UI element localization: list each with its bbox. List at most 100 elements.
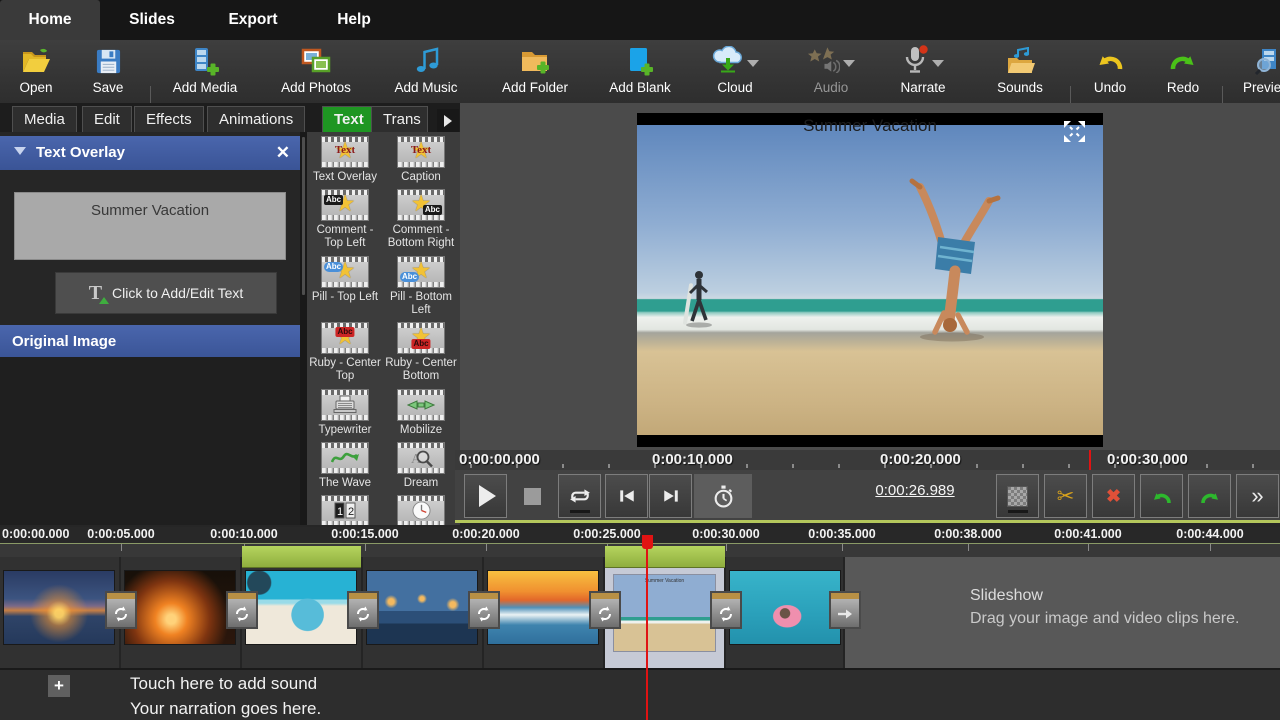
transition-button-5[interactable] xyxy=(589,591,621,629)
text-overlay-panel: Text Overlay ✕ Summer Vacation T Click t… xyxy=(0,132,300,525)
preview-text-overlay[interactable]: Summer Vacation xyxy=(637,116,1103,136)
tab-media[interactable]: Media xyxy=(12,106,77,132)
open-button[interactable]: Open xyxy=(6,44,66,100)
narrate-dropdown-caret[interactable] xyxy=(932,60,944,67)
transition-button-4[interactable] xyxy=(468,591,500,629)
skip-forward-button[interactable] xyxy=(649,474,692,518)
clip-thumbnail-campfire xyxy=(124,570,236,645)
sound-track[interactable]: + Touch here to add sound Your narration… xyxy=(0,668,1280,720)
close-icon[interactable]: ✕ xyxy=(276,136,290,170)
audio-button[interactable]: Audio xyxy=(790,44,872,100)
add-folder-icon xyxy=(520,44,550,78)
undo-button[interactable]: Undo xyxy=(1080,44,1140,100)
tab-transitions[interactable]: Trans xyxy=(371,106,428,132)
audio-dropdown-caret[interactable] xyxy=(843,60,855,67)
transition-button-1[interactable] xyxy=(105,591,137,629)
effects-scrollbar[interactable] xyxy=(300,132,307,525)
text-preview-box[interactable]: Summer Vacation xyxy=(14,192,286,260)
timeline-clip-7[interactable] xyxy=(726,557,845,668)
beach-photo xyxy=(637,125,1103,435)
add-music-button[interactable]: Add Music xyxy=(381,44,471,100)
current-time-display[interactable]: 0:00:26.989 xyxy=(840,482,990,499)
rotate-arrows-icon xyxy=(234,606,250,622)
effect-comment-bottom-right[interactable]: ★Abc Comment - Bottom Right xyxy=(383,189,459,250)
text-overlay-header[interactable]: Text Overlay ✕ xyxy=(0,136,300,170)
accent-divider xyxy=(455,520,1280,523)
collapse-triangle-icon[interactable] xyxy=(14,147,26,155)
sounds-button[interactable]: Sounds xyxy=(980,44,1060,100)
transition-button-7[interactable] xyxy=(829,591,861,629)
add-photos-icon xyxy=(301,44,331,78)
original-image-header[interactable]: Original Image xyxy=(0,325,300,359)
stop-icon xyxy=(524,488,541,505)
timeline-playhead-line[interactable] xyxy=(646,535,648,720)
timeline-clip-2[interactable] xyxy=(121,557,242,668)
effect-the-wave[interactable]: The Wave xyxy=(307,442,383,490)
stopwatch-icon xyxy=(712,485,735,508)
menu-slides[interactable]: Slides xyxy=(100,0,204,40)
menu-export[interactable]: Export xyxy=(204,0,302,40)
tab-edit[interactable]: Edit xyxy=(82,106,132,132)
tab-animations[interactable]: Animations xyxy=(207,106,305,132)
timeline-clip-4[interactable] xyxy=(363,557,484,668)
effect-ruby-center-bottom[interactable]: ★Abc Ruby - Center Bottom xyxy=(383,322,459,383)
skip-back-button[interactable] xyxy=(605,474,648,518)
narrate-button[interactable]: Narrate xyxy=(880,44,966,100)
scrollbar-thumb[interactable] xyxy=(301,136,306,296)
menu-home[interactable]: Home xyxy=(0,0,100,40)
timeline-clip-6-selected[interactable]: Summer Vacation xyxy=(605,557,726,668)
effect-typewriter[interactable]: Typewriter xyxy=(307,389,383,437)
preview-button[interactable]: Preview xyxy=(1232,44,1280,100)
add-edit-text-button[interactable]: T Click to Add/Edit Text xyxy=(55,272,277,314)
play-button[interactable] xyxy=(464,474,507,518)
effect-caption[interactable]: ★Text Caption xyxy=(383,136,459,184)
delete-button[interactable]: ✖ xyxy=(1092,474,1135,518)
effect-mobilize[interactable]: Mobilize xyxy=(383,389,459,437)
more-tools-button[interactable]: » xyxy=(1236,474,1279,518)
add-photos-button[interactable]: Add Photos xyxy=(266,44,366,100)
timeline-clip-3[interactable] xyxy=(242,557,363,668)
timeline-clip-5[interactable] xyxy=(484,557,605,668)
menu-help[interactable]: Help xyxy=(302,0,406,40)
timeline-clip-1[interactable] xyxy=(0,557,121,668)
stop-button[interactable] xyxy=(511,474,554,518)
add-blank-button[interactable]: Add Blank xyxy=(595,44,685,100)
loop-button[interactable] xyxy=(558,474,601,518)
effect-comment-top-left[interactable]: ★Abc Comment - Top Left xyxy=(307,189,383,250)
tab-text[interactable]: Text xyxy=(322,106,376,132)
duration-button[interactable] xyxy=(694,474,752,518)
effect-count[interactable]: 12 Count xyxy=(307,495,383,525)
preview-playhead[interactable] xyxy=(1089,450,1091,470)
transition-button-6[interactable] xyxy=(710,591,742,629)
arrow-right-icon xyxy=(837,606,853,622)
typewriter-icon xyxy=(321,389,369,421)
timeline-ruler[interactable]: 0:00:00.000 0:00:05.000 0:00:10.000 0:00… xyxy=(0,527,1280,543)
effect-ruby-center-top[interactable]: ★Abc Ruby - Center Top xyxy=(307,322,383,383)
save-button[interactable]: Save xyxy=(78,44,138,100)
add-media-button[interactable]: Add Media xyxy=(160,44,250,100)
preview-timeline-ruler[interactable]: 0:00:00.000 0:00:10.000 0:00:20.000 0:00… xyxy=(455,450,1280,470)
slideshow-drop-area[interactable]: Slideshow Drag your image and video clip… xyxy=(845,557,1280,668)
video-frame[interactable]: Summer Vacation xyxy=(637,113,1103,447)
effect-pill-bottom-left[interactable]: ★Abc Pill - Bottom Left xyxy=(383,256,459,317)
add-music-icon xyxy=(413,44,439,78)
tab-effects[interactable]: Effects xyxy=(134,106,204,132)
tab-overflow-arrow[interactable] xyxy=(437,109,459,132)
effect-clock[interactable]: Clock xyxy=(383,495,459,525)
split-button[interactable]: ✂ xyxy=(1044,474,1087,518)
rotate-left-button[interactable] xyxy=(1140,474,1183,518)
ruler-ticks xyxy=(470,464,1260,468)
redo-button[interactable]: Redo xyxy=(1153,44,1213,100)
effect-text-overlay[interactable]: ★Text Text Overlay xyxy=(307,136,383,184)
transition-button-2[interactable] xyxy=(226,591,258,629)
rotate-right-button[interactable] xyxy=(1188,474,1231,518)
cloud-button[interactable]: Cloud xyxy=(695,44,775,100)
add-sound-button[interactable]: + xyxy=(48,675,70,697)
cloud-dropdown-caret[interactable] xyxy=(747,60,759,67)
add-folder-button[interactable]: Add Folder xyxy=(485,44,585,100)
fullscreen-icon[interactable] xyxy=(1062,119,1087,144)
snapshot-button[interactable] xyxy=(996,474,1039,518)
transition-button-3[interactable] xyxy=(347,591,379,629)
effect-pill-top-left[interactable]: ★Abc Pill - Top Left xyxy=(307,256,383,317)
effect-dream[interactable]: A Dream xyxy=(383,442,459,490)
